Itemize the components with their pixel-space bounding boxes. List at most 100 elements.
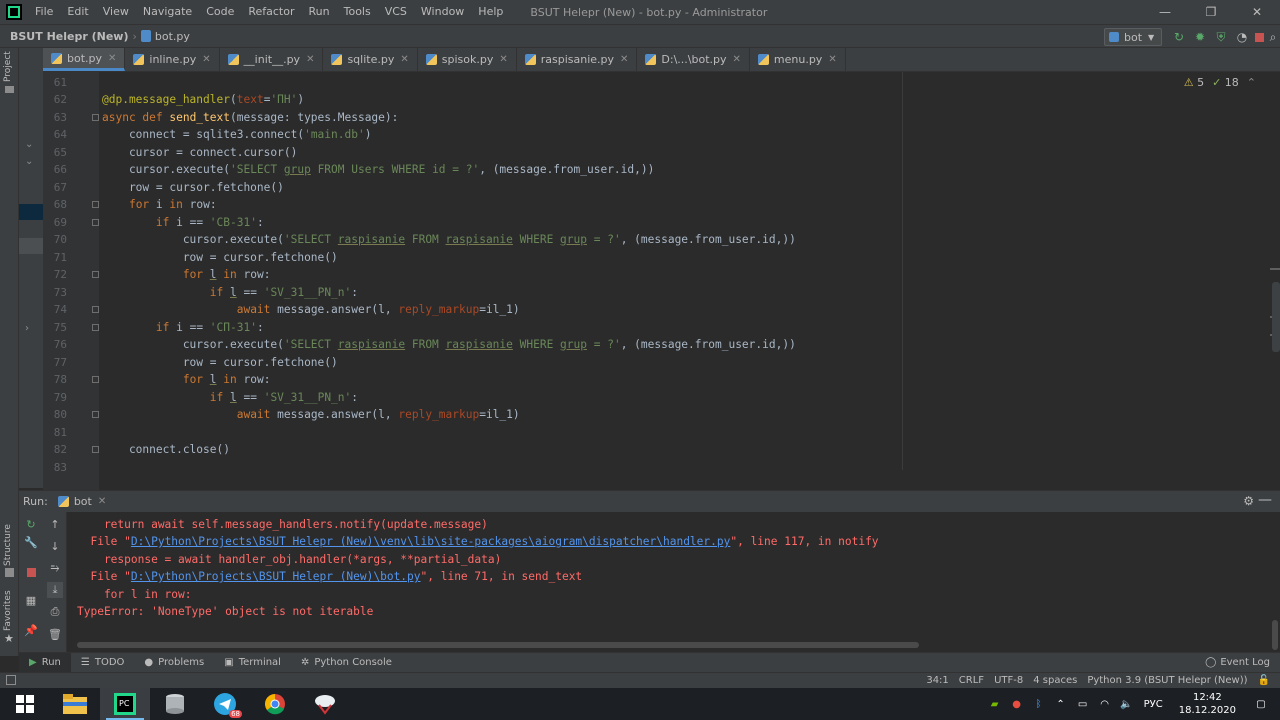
gear-icon[interactable]: ⚙ [1243,494,1254,508]
menu-refactor[interactable]: Refactor [241,0,301,24]
breadcrumb-project[interactable]: BSUT Helepr (New) [10,30,128,43]
run-tab-bot[interactable]: bot ✕ [57,495,106,508]
menu-navigate[interactable]: Navigate [136,0,199,24]
menu-file[interactable]: File [28,0,60,24]
bluetooth-icon[interactable]: ᛒ [1030,699,1048,710]
fold-marker-icon[interactable] [92,411,99,418]
telegram-icon[interactable]: 68 [200,688,250,720]
chevron-right-icon[interactable]: › [25,323,29,334]
traceback-link[interactable]: D:\Python\Projects\BSUT Helepr (New)\ven… [131,535,730,548]
stop-icon[interactable] [23,564,39,580]
soft-wrap-icon[interactable]: ⥱ [47,560,63,576]
battery-icon[interactable]: ▭ [1074,699,1092,710]
tab-raspisanie-py[interactable]: raspisanie.py ✕ [517,48,638,71]
coverage-icon[interactable]: ⛨ [1214,30,1228,44]
rerun-icon[interactable]: ↻ [1172,30,1186,44]
menu-window[interactable]: Window [414,0,471,24]
close-icon[interactable]: ✕ [306,54,314,65]
tab-menu-py[interactable]: menu.py ✕ [750,48,846,71]
file-encoding[interactable]: UTF-8 [994,675,1023,686]
caret-position[interactable]: 34:1 [926,675,948,686]
close-icon[interactable]: ✕ [620,54,628,65]
fold-marker-icon[interactable] [92,271,99,278]
tab-sqlite-py[interactable]: sqlite.py ✕ [323,48,418,71]
close-icon[interactable]: ✕ [828,54,836,65]
chevron-up-icon[interactable]: ⌃ [1247,76,1256,89]
menu-edit[interactable]: Edit [60,0,95,24]
close-icon[interactable]: ✕ [202,54,210,65]
minimize-icon[interactable]: — [1142,0,1188,24]
project-tool-button[interactable]: Project [3,51,13,82]
close-icon[interactable]: ✕ [108,53,116,64]
app-tray-icon[interactable]: ● [1008,699,1026,710]
tab-bot-py[interactable]: bot.py ✕ [43,48,126,71]
fold-marker-icon[interactable] [92,114,99,121]
file-explorer-icon[interactable] [50,688,100,720]
snipping-tool-icon[interactable] [300,688,350,720]
python-interpreter[interactable]: Python 3.9 (BSUT Helepr (New)) [1087,675,1247,686]
fold-marker-icon[interactable] [92,219,99,226]
tab-init-py[interactable]: __init__.py ✕ [220,48,324,71]
clock[interactable]: 12:42 18.12.2020 [1179,691,1236,717]
console-horizontal-scrollbar[interactable] [77,642,919,648]
code-editor[interactable]: 61 62 63 64 65 66 67 68 69 70 71 72 73 7… [43,72,1280,490]
chevron-down-icon[interactable]: ⌄ [25,156,33,167]
print-icon[interactable]: ⎙ [47,604,63,620]
rerun-icon[interactable]: ↻ [23,516,39,532]
fold-marker-icon[interactable] [92,446,99,453]
menu-run[interactable]: Run [302,0,337,24]
close-icon[interactable]: ✕ [1234,0,1280,24]
favorites-tool-button[interactable]: Favorites [3,590,13,631]
pycharm-taskbar-icon[interactable]: PC [100,688,150,720]
layout-icon[interactable]: ▦ [23,592,39,608]
trash-icon[interactable]: 🗑 [47,626,63,642]
tab-inline-py[interactable]: inline.py ✕ [125,48,220,71]
volume-icon[interactable]: 🔈 [1118,699,1136,710]
tab-spisok-py[interactable]: spisok.py ✕ [418,48,517,71]
line-separator[interactable]: CRLF [959,675,984,686]
inspection-widget[interactable]: ⚠ 5 ✓ 18 ⌃ [1184,76,1256,89]
indent-setting[interactable]: 4 spaces [1033,675,1077,686]
tool-tab-python-console[interactable]: ✲ Python Console [291,653,402,672]
breadcrumb-file[interactable]: bot.py [155,30,190,43]
notifications-icon[interactable]: ▢ [1252,699,1270,710]
run-console[interactable]: return await self.message_handlers.notif… [67,512,1280,652]
console-vertical-scrollbar[interactable] [1272,620,1278,650]
tool-tab-run[interactable]: ▶ Run [19,653,71,672]
fold-marker-icon[interactable] [92,201,99,208]
event-log-button[interactable]: ◯ Event Log [1205,653,1270,672]
menu-vcs[interactable]: VCS [378,0,414,24]
debug-icon[interactable]: ✹ [1193,30,1207,44]
traceback-link[interactable]: D:\Python\Projects\BSUT Helepr (New)\bot… [131,570,421,583]
arrow-down-icon[interactable]: ↓ [47,538,63,554]
structure-tool-button[interactable]: Structure [3,524,13,566]
close-icon[interactable]: ✕ [733,54,741,65]
chevron-up-icon[interactable]: ⌃ [1052,699,1070,710]
profile-icon[interactable]: ◔ [1235,30,1249,44]
tool-tab-terminal[interactable]: ▣ Terminal [214,653,291,672]
editor-scrollbar[interactable] [1272,282,1280,352]
menu-help[interactable]: Help [471,0,510,24]
tool-tab-todo[interactable]: ☰ TODO [71,653,135,672]
tool-tab-problems[interactable]: ● Problems [134,653,214,672]
tab-d-bot-py[interactable]: D:\...\bot.py ✕ [637,48,750,71]
input-language[interactable]: РУС [1144,699,1163,710]
menu-code[interactable]: Code [199,0,241,24]
wrench-icon[interactable]: 🔧 [23,534,39,550]
tool-windows-icon[interactable] [6,675,16,685]
minimize-panel-icon[interactable]: — [1258,492,1272,508]
close-icon[interactable]: ✕ [400,54,408,65]
stop-icon[interactable] [1252,30,1266,44]
menu-tools[interactable]: Tools [337,0,378,24]
search-icon[interactable]: ⌕ [1266,30,1280,44]
lock-icon[interactable]: 🔓 [1258,675,1270,686]
nvidia-icon[interactable]: ▰ [986,699,1004,710]
scroll-to-end-icon[interactable]: ⤓ [47,582,63,598]
chrome-icon[interactable] [250,688,300,720]
pin-icon[interactable]: 📌 [23,622,39,638]
chevron-down-icon[interactable]: ⌄ [25,139,33,150]
restore-icon[interactable]: ❐ [1188,0,1234,24]
wifi-icon[interactable]: ◠ [1096,699,1114,710]
windows-start-icon[interactable] [0,688,50,720]
database-icon[interactable] [150,688,200,720]
